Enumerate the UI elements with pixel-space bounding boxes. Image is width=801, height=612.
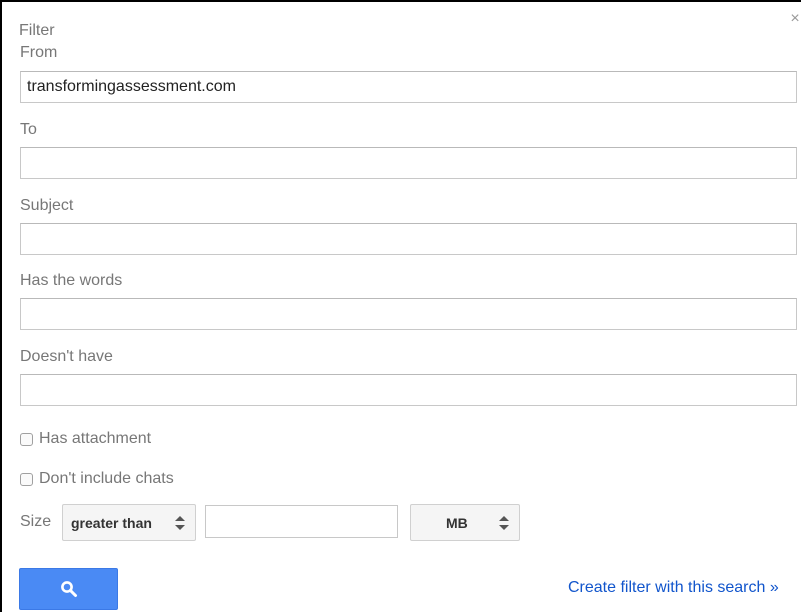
doesnt-have-field[interactable] bbox=[20, 374, 797, 406]
to-label: To bbox=[20, 121, 37, 138]
close-icon[interactable]: × bbox=[788, 11, 801, 27]
size-unit-value: MB bbox=[446, 514, 468, 531]
dont-include-chats-checkbox[interactable] bbox=[20, 472, 33, 486]
filter-dialog: × Filter From To Subject Has the words D… bbox=[0, 0, 801, 612]
size-value-input[interactable] bbox=[205, 505, 398, 538]
has-attachment-checkbox[interactable] bbox=[20, 432, 33, 446]
size-label: Size bbox=[20, 513, 52, 530]
has-attachment-row[interactable]: Has attachment bbox=[20, 429, 151, 449]
from-field[interactable] bbox=[20, 71, 797, 103]
dont-include-chats-row[interactable]: Don't include chats bbox=[20, 469, 174, 489]
select-arrows-icon bbox=[175, 515, 185, 530]
search-icon bbox=[60, 581, 77, 597]
doesnt-have-label: Doesn't have bbox=[20, 348, 113, 365]
size-unit-select[interactable]: MB bbox=[410, 504, 520, 541]
search-button[interactable] bbox=[19, 568, 118, 610]
from-label: From bbox=[20, 44, 58, 61]
size-comparator-value: greater than bbox=[71, 514, 152, 531]
select-arrows-icon bbox=[499, 515, 509, 530]
size-comparator-select[interactable]: greater than bbox=[62, 504, 196, 541]
has-words-label: Has the words bbox=[20, 272, 123, 289]
dont-include-chats-label: Don't include chats bbox=[39, 470, 174, 487]
subject-field[interactable] bbox=[20, 223, 797, 255]
create-filter-link[interactable]: Create filter with this search » bbox=[568, 578, 779, 598]
dialog-title: Filter bbox=[19, 22, 55, 39]
has-attachment-label: Has attachment bbox=[39, 430, 152, 447]
subject-label: Subject bbox=[20, 197, 74, 214]
has-words-field[interactable] bbox=[20, 298, 797, 330]
to-field[interactable] bbox=[20, 147, 797, 179]
